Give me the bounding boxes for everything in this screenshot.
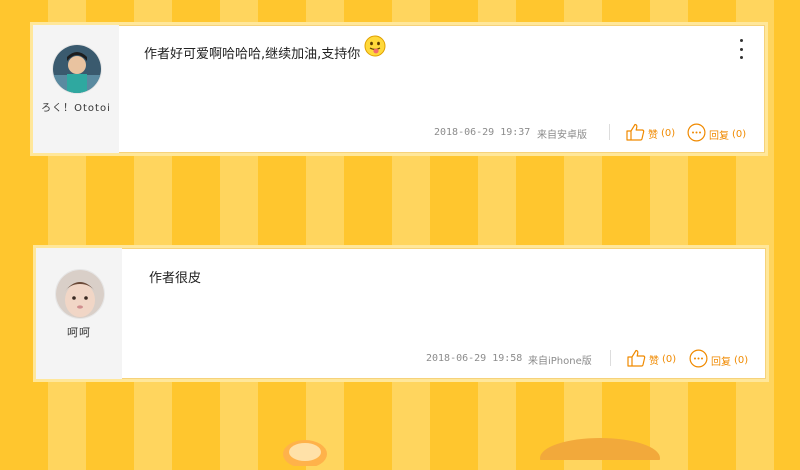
reply-button[interactable]: 回复 (0) bbox=[687, 123, 746, 145]
reply-button[interactable]: 回复 (0) bbox=[689, 349, 748, 371]
avatar[interactable] bbox=[55, 269, 105, 319]
comment-source: 来自安卓版 bbox=[537, 130, 587, 141]
reply-label: 回复 bbox=[711, 356, 731, 368]
reply-count: (0) bbox=[732, 128, 747, 140]
thumbs-up-icon bbox=[626, 123, 645, 144]
reply-bubble-icon bbox=[687, 123, 706, 145]
thumbs-up-icon bbox=[627, 349, 646, 370]
like-count: (0) bbox=[661, 128, 676, 139]
divider bbox=[610, 350, 611, 366]
comment-text: 作者很皮 bbox=[149, 271, 202, 286]
comment-source: 来自iPhone版 bbox=[528, 356, 592, 367]
comment-date: 2018-06-29 19:58 bbox=[426, 353, 523, 364]
comment-card-2: 呵呵 作者很皮 2018-06-29 19:58 来自iPhone版 赞 (0)… bbox=[33, 245, 769, 382]
comment-text-row: 作者很皮 bbox=[149, 267, 201, 286]
reply-count: (0) bbox=[734, 354, 749, 366]
reply-bubble-icon bbox=[689, 349, 708, 371]
like-button[interactable]: 赞 (0) bbox=[626, 123, 675, 144]
more-options-icon[interactable] bbox=[735, 39, 747, 59]
comment-username[interactable]: ろく！Ototoi bbox=[33, 99, 119, 114]
comment-text: 作者好可爱啊哈哈哈,继续加油,支持你 bbox=[144, 46, 361, 62]
comment-username[interactable]: 呵呵 bbox=[36, 324, 122, 340]
decorative-hill bbox=[540, 430, 660, 470]
comment-card-1: ろく！Ototoi 作者好可爱啊哈哈哈,继续加油,支持你 2018-06-29 … bbox=[30, 22, 768, 156]
comment-text-row: 作者好可爱啊哈哈哈,继续加油,支持你 bbox=[144, 35, 386, 63]
decorative-cloud bbox=[280, 436, 330, 468]
like-label: 赞 bbox=[648, 130, 658, 141]
reply-label: 回复 bbox=[709, 130, 729, 142]
like-button[interactable]: 赞 (0) bbox=[627, 349, 676, 370]
divider bbox=[609, 124, 610, 140]
like-label: 赞 bbox=[649, 356, 659, 367]
comment-date: 2018-06-29 19:37 bbox=[434, 127, 531, 138]
tongue-out-face-emoji-icon bbox=[364, 35, 386, 57]
avatar[interactable] bbox=[52, 44, 102, 94]
like-count: (0) bbox=[662, 354, 677, 365]
